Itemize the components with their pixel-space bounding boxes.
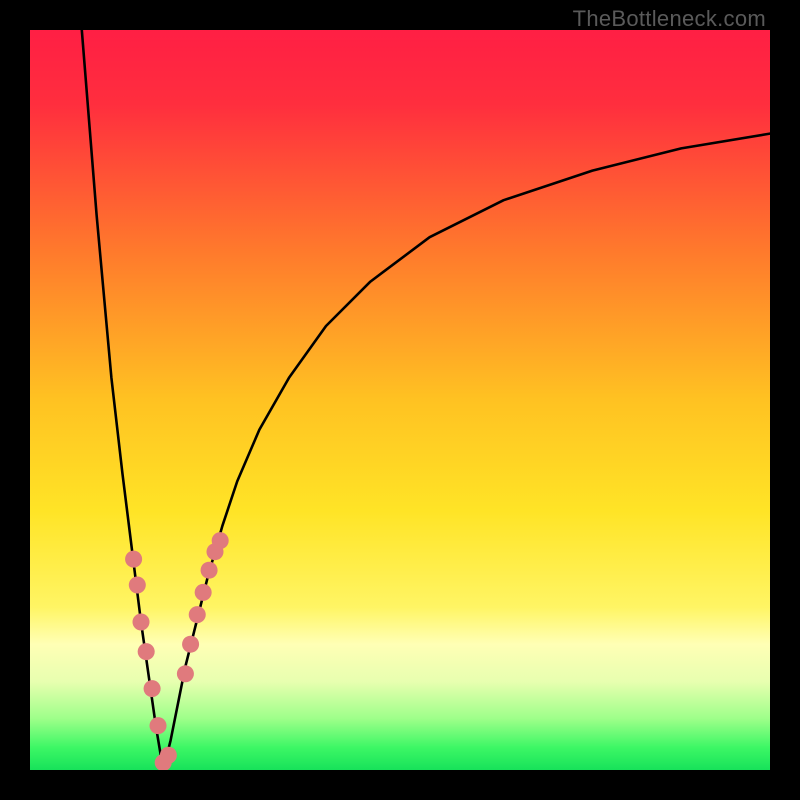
- marker-dot: [129, 576, 146, 593]
- marker-dot: [160, 747, 177, 764]
- marker-dot: [195, 584, 212, 601]
- watermark-text: TheBottleneck.com: [573, 6, 766, 32]
- marker-dot: [177, 665, 194, 682]
- marker-dot: [138, 643, 155, 660]
- plot-area: [30, 30, 770, 770]
- marker-dot: [144, 680, 161, 697]
- marker-dot: [189, 606, 206, 623]
- marker-dot: [201, 562, 218, 579]
- marker-dot: [125, 551, 142, 568]
- chart-frame: TheBottleneck.com: [0, 0, 800, 800]
- marker-dot: [150, 717, 167, 734]
- valley-markers: [125, 532, 229, 770]
- marker-dot: [132, 613, 149, 630]
- curve-layer: [30, 30, 770, 770]
- marker-dot: [212, 532, 229, 549]
- marker-dot: [182, 636, 199, 653]
- bottleneck-curve: [82, 30, 770, 770]
